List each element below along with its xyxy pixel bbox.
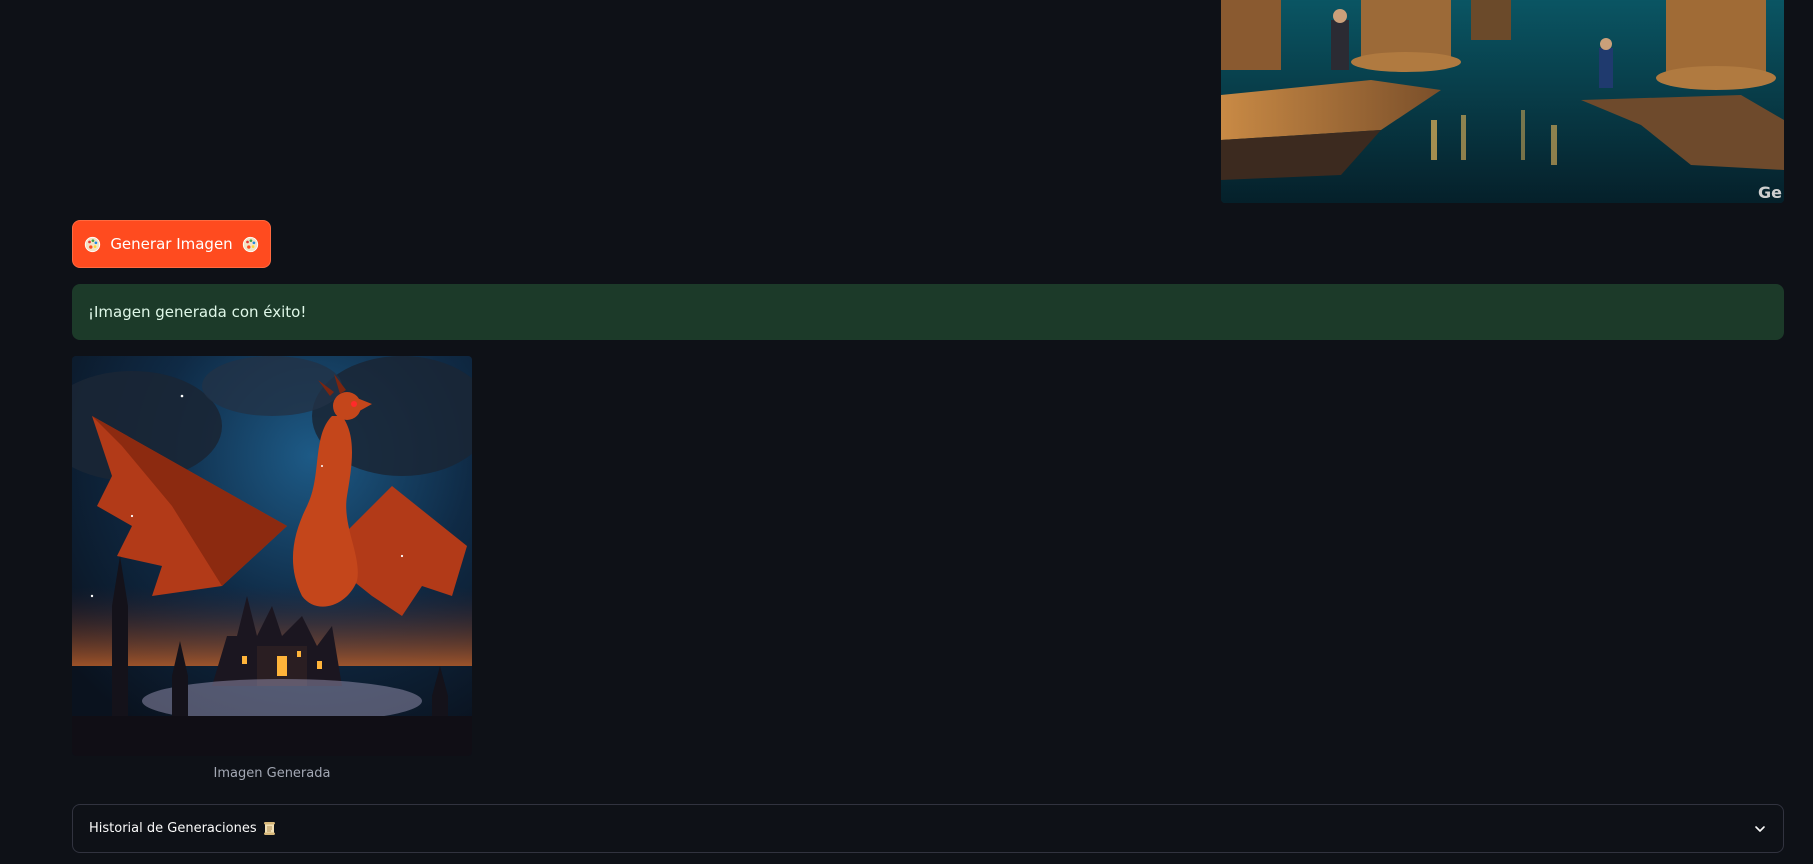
example-image: Ge [1221,0,1784,203]
generate-image-button[interactable]: Generar Imagen [72,220,271,268]
history-expander-title: Historial de Generaciones [89,821,257,836]
generate-button-label: Generar Imagen [110,235,233,253]
generated-image [72,356,472,756]
success-message: ¡Imagen generada con éxito! [88,303,307,321]
scroll-icon [263,821,276,836]
generated-image-caption: Imagen Generada [213,766,331,781]
history-expander[interactable]: Historial de Generaciones [72,804,1784,853]
chevron-down-icon[interactable] [1753,822,1767,836]
app-main: Ge Generar Imagen ¡Imagen generada con é… [0,0,1813,864]
palette-icon [84,236,101,253]
success-alert: ¡Imagen generada con éxito! [72,284,1784,340]
watermark-text: Ge [1758,183,1782,202]
palette-icon [242,236,259,253]
